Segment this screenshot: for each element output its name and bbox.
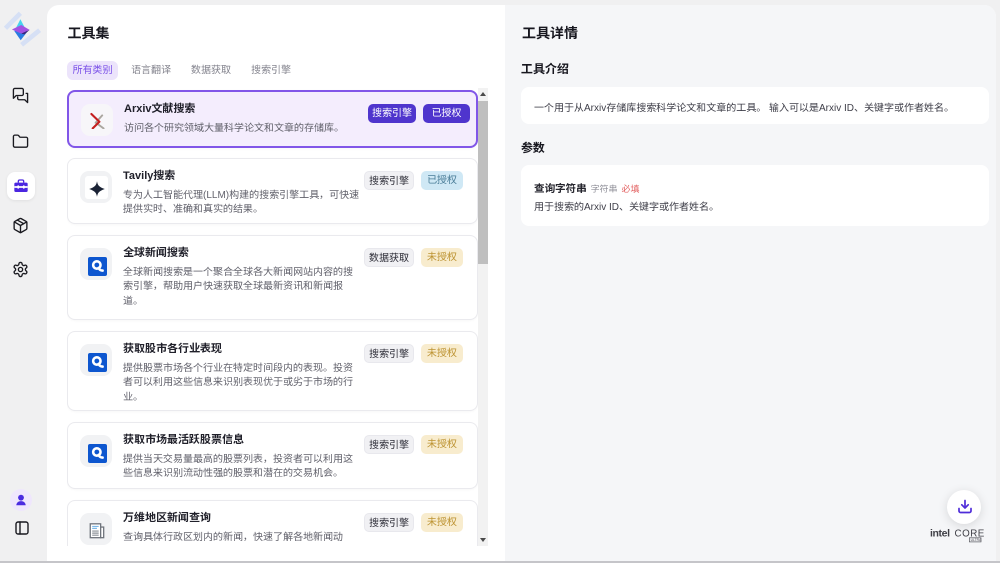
svg-text:intel: intel — [930, 528, 950, 540]
svg-text:ULTRA: ULTRA — [971, 538, 982, 542]
